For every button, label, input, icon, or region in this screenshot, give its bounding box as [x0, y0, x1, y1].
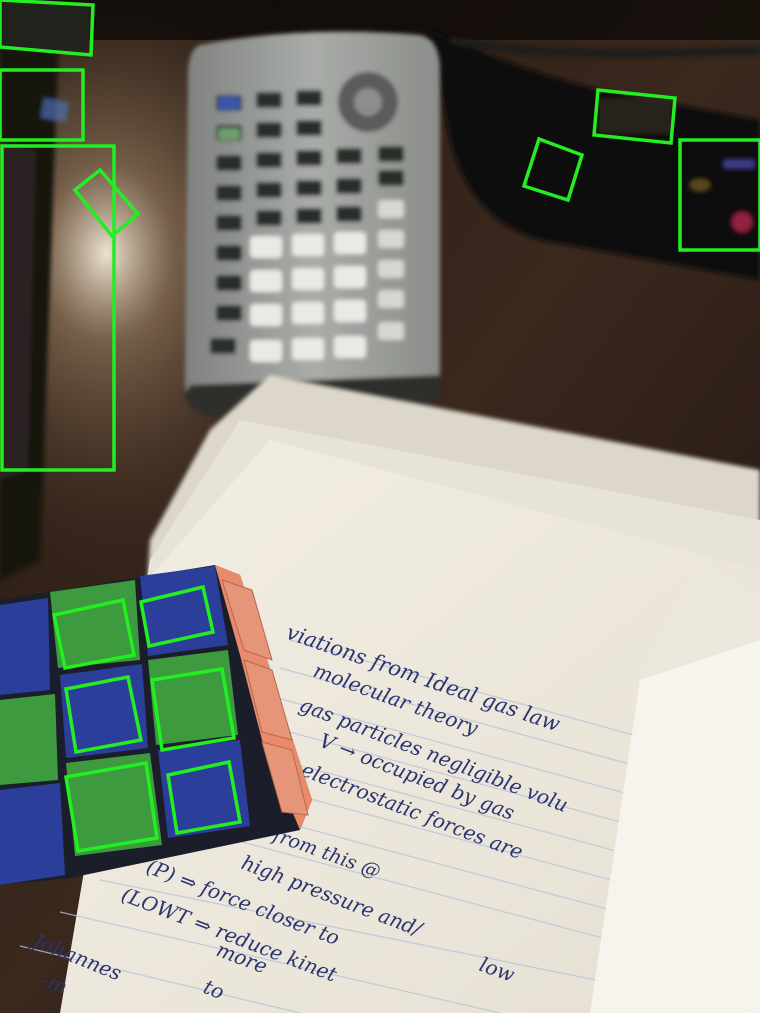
photo-scene: viations from Ideal gas law molecular th… — [0, 0, 760, 1013]
desk-photo: viations from Ideal gas law molecular th… — [0, 0, 760, 1013]
graphing-calculator — [185, 31, 440, 420]
